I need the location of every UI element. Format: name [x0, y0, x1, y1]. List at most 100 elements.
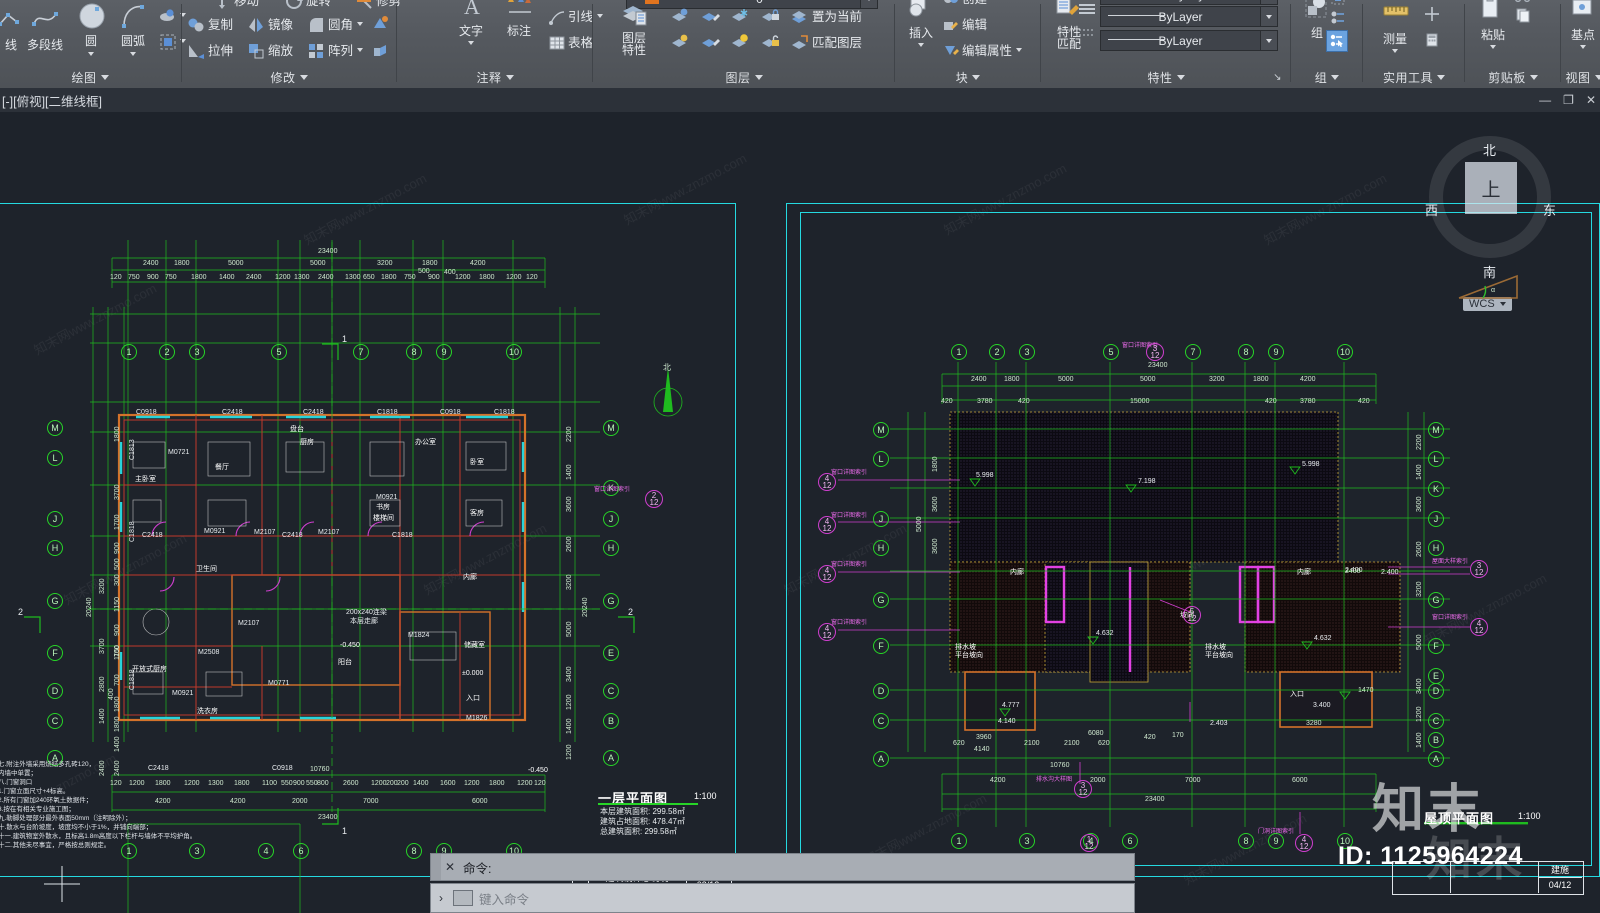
tool-ungroup[interactable] — [1330, 0, 1346, 6]
tool-edit-attribute[interactable]: 编辑属性 — [942, 40, 1023, 59]
tool-layer-merge[interactable] — [700, 32, 720, 50]
linetype-combo-caret[interactable] — [1260, 7, 1277, 26]
tool-move[interactable]: 移动 — [212, 0, 259, 9]
detail-bubble: 3 12 — [1074, 780, 1092, 798]
insert-dropdown-caret[interactable] — [918, 43, 924, 47]
tool-fillet3d[interactable] — [370, 14, 388, 32]
command-input-placeholder[interactable]: 键入命令 — [473, 889, 529, 908]
tool-insert-block[interactable]: 插入 — [898, 0, 944, 47]
tool-edit-block[interactable]: 编辑 — [942, 14, 987, 33]
panel-block-caret[interactable] — [972, 75, 981, 80]
view-cube-east[interactable]: 东 — [1543, 200, 1556, 219]
dim-label: 400 — [444, 269, 456, 276]
tool-cut-clip[interactable] — [1514, 0, 1530, 3]
tool-leader[interactable]: 引线 — [548, 6, 604, 25]
base-point-caret[interactable] — [1580, 45, 1586, 49]
window-restore-button[interactable]: ❐ — [1563, 93, 1574, 107]
panel-properties-caret[interactable] — [1176, 75, 1185, 80]
panel-layers-caret[interactable] — [754, 75, 763, 80]
panel-draw: 线 多段线 圆 圆弧 绘图 — [0, 0, 186, 88]
tool-layer-isolate[interactable] — [670, 6, 688, 24]
tool-layer-on[interactable] — [670, 32, 688, 50]
tool-copy-clip[interactable] — [1514, 6, 1530, 23]
tool-group-edit[interactable] — [1330, 10, 1346, 26]
command-input-row[interactable]: › 键入命令 — [430, 883, 1135, 913]
panel-modify-caret[interactable] — [299, 75, 308, 80]
window-minimize-button[interactable]: — — [1539, 93, 1551, 107]
view-cube[interactable]: 上 北 西 东 南 — [1415, 122, 1565, 280]
tool-point-style[interactable] — [1424, 6, 1440, 22]
tool-layer-unlock[interactable] — [760, 32, 779, 50]
tool-layer-lock[interactable] — [760, 6, 779, 24]
command-options-icon[interactable] — [453, 890, 473, 906]
view-cube-west[interactable]: 西 — [1425, 200, 1438, 219]
circle-dropdown-caret[interactable] — [88, 52, 94, 56]
tool-match-layer[interactable]: 匹配图层 — [790, 32, 862, 51]
lineweight-combo[interactable]: ByLayer — [1100, 30, 1278, 51]
tool-rotate[interactable]: 旋转 — [284, 0, 331, 9]
view-cube-north[interactable]: 北 — [1483, 140, 1496, 159]
color-combo[interactable]: ByLayer — [1100, 0, 1278, 5]
detail-bubble: 4 12 — [1295, 834, 1313, 852]
tool-base-point[interactable]: 基点 — [1560, 0, 1600, 49]
color-combo-caret[interactable] — [1260, 0, 1277, 4]
tool-array[interactable]: 阵列 — [306, 40, 364, 59]
tool-layer-freeze[interactable] — [700, 6, 720, 24]
tool-scale[interactable]: 缩放 — [246, 40, 293, 59]
tool-text[interactable]: A 文字 — [448, 0, 494, 45]
slope-label: 排水坡 平台坡向 — [1205, 644, 1233, 659]
text-dropdown-caret[interactable] — [468, 41, 474, 45]
window-close-button[interactable]: ✕ — [1586, 93, 1596, 107]
command-grip[interactable] — [431, 854, 441, 880]
panel-properties-caption: 特性 — [1147, 71, 1173, 85]
tool-trim[interactable]: 修剪 — [354, 0, 401, 9]
dim-label: 1800 — [479, 274, 495, 281]
edit-attribute-caret[interactable] — [1016, 47, 1023, 52]
panel-properties-launcher[interactable]: ↘ — [1273, 72, 1282, 83]
tool-paste[interactable]: 粘贴 — [1470, 0, 1516, 49]
tool-arc[interactable]: 圆弧 — [110, 2, 156, 56]
grid-bubble-bottom: 1 — [951, 833, 967, 849]
tool-stretch[interactable]: 拉伸 — [186, 40, 233, 59]
command-close-button[interactable]: ✕ — [441, 860, 459, 874]
tool-polyline[interactable]: 多段线 — [22, 6, 68, 53]
polyline-icon — [31, 6, 59, 34]
viewport-label[interactable]: [-][俯视][二维线框] — [2, 91, 102, 110]
tool-mirror[interactable]: 镜像 — [246, 14, 293, 33]
paste-dropdown-caret[interactable] — [1490, 45, 1496, 49]
command-line[interactable]: ✕ 命令: › 键入命令 — [430, 853, 1135, 913]
panel-clipboard-caret[interactable] — [1529, 75, 1538, 80]
linetype-combo[interactable]: ByLayer — [1100, 6, 1278, 27]
measure-dropdown-caret[interactable] — [1392, 49, 1398, 53]
drawing-canvas[interactable]: 知末网www.znzmo.com 知末网www.znzmo.com 知末网www… — [0, 112, 1600, 913]
lineweight-combo-caret[interactable] — [1260, 31, 1277, 50]
tool-table[interactable]: 表格 — [548, 32, 593, 51]
tool-quick-calc[interactable] — [1424, 32, 1440, 48]
tool-copy[interactable]: 复制 — [186, 14, 233, 33]
grid-bubble-top: 9 — [1268, 344, 1284, 360]
region-icon — [158, 32, 176, 50]
tool-group-selection-toggle[interactable] — [1326, 30, 1348, 52]
dim-label-vertical: 3600 — [932, 538, 939, 554]
tool-dimension[interactable]: 标注 — [496, 0, 542, 39]
panel-annotation-caret[interactable] — [505, 75, 514, 80]
tool-circle[interactable]: 圆 — [68, 2, 114, 56]
tool-measure[interactable]: 测量 — [1372, 0, 1418, 53]
array-dropdown-caret[interactable] — [357, 47, 364, 52]
panel-draw-caret[interactable] — [100, 75, 109, 80]
view-cube-top-face[interactable]: 上 — [1465, 162, 1517, 214]
layer-combo-caret[interactable] — [860, 0, 877, 8]
panel-group-caret[interactable] — [1331, 75, 1340, 80]
tool-create-block[interactable]: 创建 — [942, 0, 987, 7]
panel-utilities-caret[interactable] — [1437, 75, 1445, 80]
tool-fillet[interactable]: 圆角 — [306, 14, 364, 33]
fillet-dropdown-caret[interactable] — [357, 21, 364, 26]
tool-dimension-label: 标注 — [506, 24, 531, 38]
tool-extrude[interactable] — [370, 40, 388, 58]
arc-dropdown-caret[interactable] — [130, 52, 136, 56]
tool-layer-off[interactable] — [730, 6, 748, 24]
panel-view-caret[interactable] — [1594, 75, 1600, 80]
tool-layer-thaw[interactable] — [730, 32, 748, 50]
tool-layer-properties[interactable]: 图层 特性 — [606, 2, 662, 56]
tool-make-current[interactable]: 置为当前 — [790, 6, 862, 25]
